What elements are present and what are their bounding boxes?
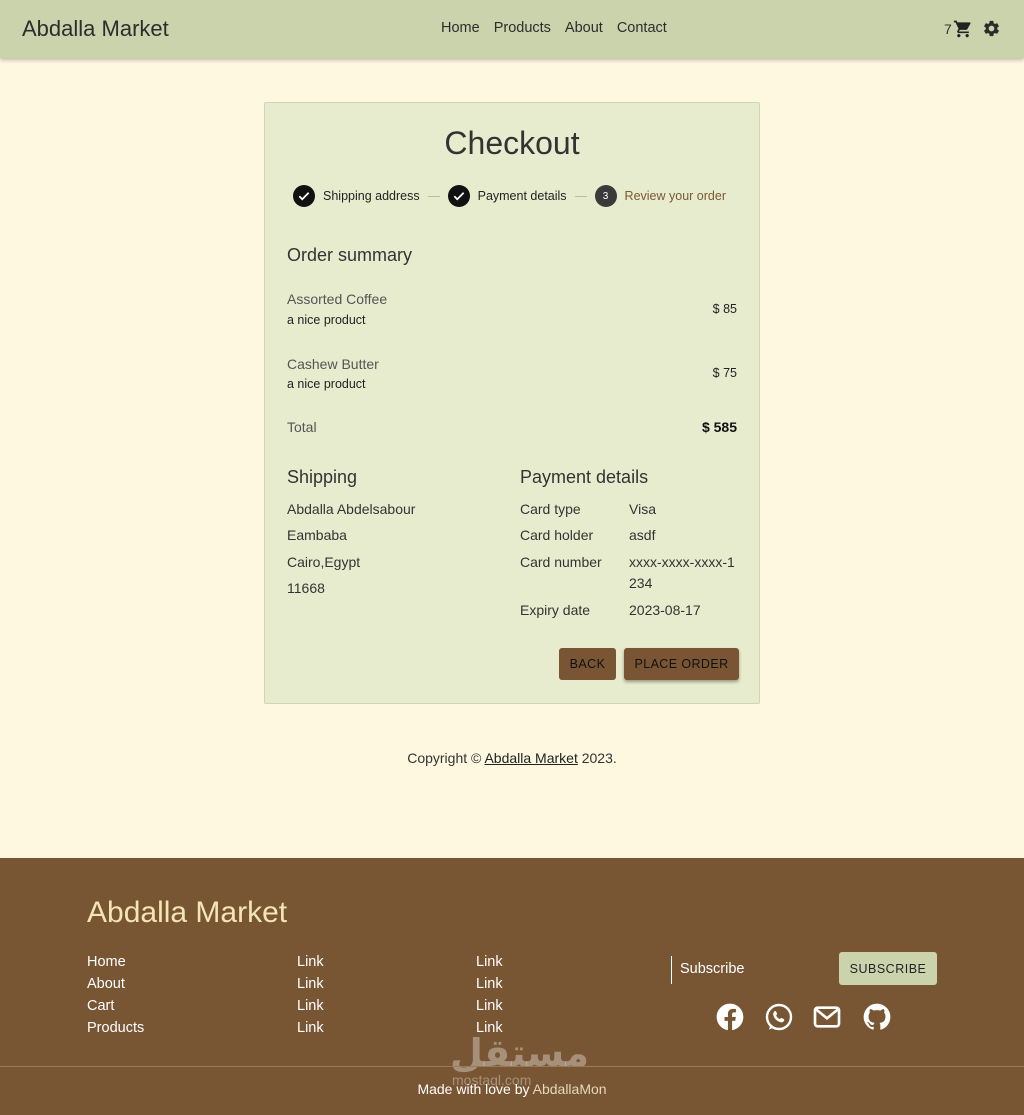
total-value: $ 585 xyxy=(701,419,737,435)
item-price: $ 75 xyxy=(712,366,737,380)
github-icon[interactable] xyxy=(861,1001,893,1033)
expiry-date-value: 2023-08-17 xyxy=(629,602,701,618)
footer-link-cart[interactable]: Cart xyxy=(87,998,144,1020)
whatsapp-icon[interactable] xyxy=(763,1001,795,1033)
copyright-year: 2023. xyxy=(581,750,617,766)
order-summary-title: Order summary xyxy=(287,245,413,265)
subscribe-label: Subscribe xyxy=(680,961,745,977)
card-type-value: Visa xyxy=(629,501,656,517)
facebook-icon[interactable] xyxy=(714,1001,746,1033)
shipping-name: Abdalla Abdelsabour xyxy=(287,501,416,517)
item-name: Assorted Coffee xyxy=(287,291,388,307)
copyright: Copyright © Abdalla Market 2023. xyxy=(0,750,1024,766)
item-price: $ 85 xyxy=(712,302,737,316)
check-icon xyxy=(293,185,315,207)
step-payment: Payment details xyxy=(447,185,567,207)
made-with-love: Made with love by AbdallaMon xyxy=(0,1081,1024,1097)
copyright-prefix: Copyright © xyxy=(407,750,482,766)
watermark-logo: مستقل xyxy=(450,1033,589,1075)
cart-count: 7 xyxy=(944,21,952,37)
payment-title: Payment details xyxy=(520,467,649,487)
step-shipping: Shipping address xyxy=(293,185,420,207)
footer-link-products[interactable]: Products xyxy=(87,1020,144,1042)
subscribe-divider xyxy=(671,956,672,984)
card-holder-label: Card holder xyxy=(520,527,594,543)
footer-link-home[interactable]: Home xyxy=(87,954,144,976)
step-label: Review your order xyxy=(624,189,726,203)
card-type-label: Card type xyxy=(520,501,581,517)
cart-button[interactable]: 7 xyxy=(944,19,973,39)
footer-link[interactable]: Link xyxy=(297,998,324,1020)
checkout-stepper: Shipping address Payment details 3 Revie… xyxy=(293,185,726,207)
mail-icon[interactable] xyxy=(811,1001,843,1033)
cart-icon xyxy=(953,20,971,38)
footer-link-about[interactable]: About xyxy=(87,976,144,998)
footer-link[interactable]: Link xyxy=(297,954,324,976)
nav-contact[interactable]: Contact xyxy=(617,20,667,36)
site-footer: Abdalla Market Home About Cart Products … xyxy=(0,858,1024,1115)
nav-about[interactable]: About xyxy=(565,20,603,36)
expiry-date-label: Expiry date xyxy=(520,602,591,618)
item-description: a nice product xyxy=(287,313,366,327)
shipping-zip: 11668 xyxy=(287,580,325,596)
step-label: Shipping address xyxy=(323,189,420,203)
main-nav: Home Products About Contact xyxy=(441,20,681,36)
step-review: 3 Review your order xyxy=(594,185,726,207)
shipping-city: Cairo,Egypt xyxy=(287,554,361,570)
step-connector xyxy=(427,195,440,197)
checkout-card: Checkout Shipping address Payment detail… xyxy=(264,102,760,704)
place-order-button[interactable]: PLACE ORDER xyxy=(624,648,739,680)
made-prefix: Made with love by xyxy=(417,1081,530,1097)
checkout-title: Checkout xyxy=(444,125,580,161)
nav-products[interactable]: Products xyxy=(494,20,551,36)
subscribe-button[interactable]: SUBSCRIBE xyxy=(839,952,937,985)
footer-brand: Abdalla Market xyxy=(87,896,288,929)
gear-icon[interactable] xyxy=(982,19,1001,38)
footer-divider xyxy=(0,1066,1024,1067)
card-holder-value: asdf xyxy=(629,527,656,543)
author-link[interactable]: AbdallaMon xyxy=(533,1081,607,1097)
footer-link[interactable]: Link xyxy=(476,976,503,998)
footer-link[interactable]: Link xyxy=(476,998,503,1020)
copyright-link[interactable]: Abdalla Market xyxy=(484,750,577,766)
footer-link[interactable]: Link xyxy=(297,1020,324,1042)
step-label: Payment details xyxy=(477,189,567,203)
footer-link[interactable]: Link xyxy=(297,976,324,998)
card-number-label: Card number xyxy=(520,554,602,570)
step-connector xyxy=(574,195,587,197)
brand-logo[interactable]: Abdalla Market xyxy=(22,16,169,42)
footer-col-main: Home About Cart Products xyxy=(87,954,144,1042)
step-number: 3 xyxy=(594,185,617,207)
check-icon xyxy=(447,185,470,207)
footer-col-3: Link Link Link Link xyxy=(476,954,503,1042)
footer-link[interactable]: Link xyxy=(476,954,503,976)
back-button[interactable]: BACK xyxy=(559,648,616,680)
shipping-title: Shipping xyxy=(287,467,358,487)
shipping-street: Eambaba xyxy=(287,527,347,543)
item-description: a nice product xyxy=(287,377,366,391)
footer-col-2: Link Link Link Link xyxy=(297,954,324,1042)
card-number-value: xxxx-xxxx-xxxx-1234 xyxy=(629,554,735,591)
top-navbar: Abdalla Market Home Products About Conta… xyxy=(0,0,1024,58)
nav-home[interactable]: Home xyxy=(441,20,480,36)
item-name: Cashew Butter xyxy=(287,356,379,372)
total-label: Total xyxy=(287,419,317,435)
